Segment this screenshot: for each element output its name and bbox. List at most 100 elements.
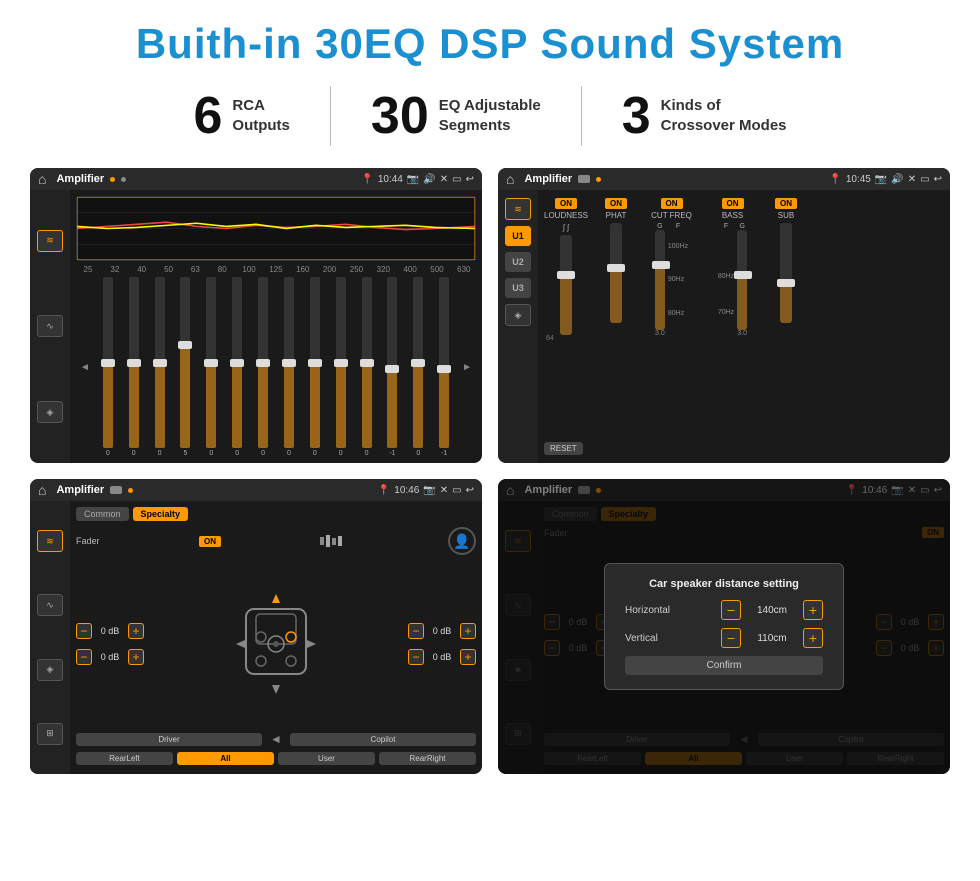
eq-slider-2[interactable]: 0 [122, 277, 146, 457]
eq-sidebar-eq-icon[interactable]: ≋ [37, 230, 63, 252]
fader-tab-specialty[interactable]: Specialty [133, 507, 189, 521]
eq-slider-8[interactable]: 0 [277, 277, 301, 457]
cross-spk-icon[interactable]: ◈ [505, 304, 531, 326]
eq-slider-14[interactable]: -1 [432, 277, 456, 457]
eq-slider-5[interactable]: 0 [199, 277, 223, 457]
stat-label-crossover: Kinds of Crossover Modes [661, 90, 787, 135]
cutfreq-on-badge[interactable]: ON [661, 198, 683, 209]
fader-eq-icon[interactable]: ≋ [37, 530, 63, 552]
fader-wave-icon[interactable]: ∿ [37, 594, 63, 616]
fader-db-ctrl-1: − 0 dB + [76, 623, 144, 639]
cross-u2-btn[interactable]: U2 [505, 252, 531, 272]
loudness-slider[interactable] [560, 235, 572, 335]
cross-reset-btn[interactable]: RESET [544, 442, 583, 455]
fader-user-btn[interactable]: User [278, 752, 375, 765]
fader-driver-btn[interactable]: Driver [76, 733, 262, 746]
eq-sidebar-spk-icon[interactable]: ◈ [37, 401, 63, 423]
eq-pin-icon: 📍 [361, 174, 373, 185]
fader-home-icon[interactable]: ⌂ [38, 482, 46, 498]
eq-right-arrow[interactable]: ► [458, 277, 476, 457]
fader-back-icon[interactable]: ↩ [466, 485, 474, 496]
cross-u1-btn[interactable]: U1 [505, 226, 531, 246]
cross-bat-icon: ▭ [920, 174, 929, 185]
bass-g-slider[interactable] [737, 230, 747, 330]
eq-slider-6[interactable]: 0 [225, 277, 249, 457]
cutfreq-group: ON CUT FREQ G 3.0 [644, 198, 699, 431]
fader-tab-common[interactable]: Common [76, 507, 129, 521]
fader-spk-icon[interactable]: ◈ [37, 659, 63, 681]
fader-minus-2[interactable]: − [76, 649, 92, 665]
fader-status-icons: 📍 10:46 📷 ✕ ▭ ↩ [378, 485, 474, 496]
dist-confirm-btn[interactable]: Confirm [625, 656, 823, 675]
eq-slider-11[interactable]: 0 [355, 277, 379, 457]
eq-slider-12[interactable]: -1 [381, 277, 405, 457]
fader-header-row: Fader ON 👤 [76, 527, 476, 555]
car-svg [231, 589, 321, 699]
sub-on-badge[interactable]: ON [775, 198, 797, 209]
sub-slider[interactable] [780, 223, 792, 323]
cross-vol-icon: 🔊 [891, 174, 903, 185]
eq-freq-125: 125 [266, 265, 286, 274]
eq-slider-3[interactable]: 0 [148, 277, 172, 457]
fader-rearleft-btn[interactable]: RearLeft [76, 752, 173, 765]
bass-sliders: F 80Hz 70Hz G [718, 223, 747, 337]
bass-on-badge[interactable]: ON [722, 198, 744, 209]
eq-slider-10[interactable]: 0 [329, 277, 353, 457]
bass-label: BASS [722, 211, 743, 220]
fader-copilot-btn[interactable]: Copilot [290, 733, 476, 746]
dist-horizontal-minus[interactable]: − [721, 600, 741, 620]
eq-slider-1[interactable]: 0 [96, 277, 120, 457]
fader-left-arrow[interactable]: ◄ [266, 732, 286, 746]
eq-sidebar-wave-icon[interactable]: ∿ [37, 315, 63, 337]
eq-slider-7[interactable]: 0 [251, 277, 275, 457]
cross-back-icon[interactable]: ↩ [934, 174, 942, 185]
fader-bars-icon [320, 535, 348, 547]
fader-minus-3[interactable]: − [408, 623, 424, 639]
dist-horizontal-label: Horizontal [625, 605, 695, 616]
eq-freq-160: 160 [293, 265, 313, 274]
phat-slider[interactable] [610, 223, 622, 323]
eq-left-arrow[interactable]: ◄ [76, 277, 94, 457]
eq-freq-63: 63 [185, 265, 205, 274]
fader-db-ctrl-2: − 0 dB + [76, 649, 144, 665]
cross-eq-icon[interactable]: ≋ [505, 198, 531, 220]
cross-u3-btn[interactable]: U3 [505, 278, 531, 298]
phat-on-badge[interactable]: ON [605, 198, 627, 209]
eq-freq-32: 32 [105, 265, 125, 274]
eq-status-bar: ⌂ Amplifier 📍 10:44 📷 🔊 ✕ ▭ ↩ [30, 168, 482, 190]
cross-pin-icon: 📍 [829, 174, 841, 185]
fader-content: ≋ ∿ ◈ ⊞ Common Specialty Fader ON [30, 501, 482, 774]
fader-main: Common Specialty Fader ON 👤 [70, 501, 482, 774]
eq-back-icon[interactable]: ↩ [466, 174, 474, 185]
fader-status-dot2 [128, 488, 133, 493]
fader-rearright-btn[interactable]: RearRight [379, 752, 476, 765]
eq-freq-630: 630 [454, 265, 474, 274]
fader-all-btn[interactable]: All [177, 752, 274, 765]
fader-minus-4[interactable]: − [408, 649, 424, 665]
cross-home-icon[interactable]: ⌂ [506, 171, 514, 187]
eq-freq-250: 250 [346, 265, 366, 274]
fader-minus-1[interactable]: − [76, 623, 92, 639]
eq-home-icon[interactable]: ⌂ [38, 171, 46, 187]
dist-vertical-minus[interactable]: − [721, 628, 741, 648]
fader-db-val-3: 0 dB [428, 626, 456, 636]
fader-plus-3[interactable]: + [460, 623, 476, 639]
eq-slider-4[interactable]: 5 [174, 277, 198, 457]
dist-horizontal-ctrl: − 140cm + [721, 600, 823, 620]
eq-sliders: ◄ 0 0 0 5 0 0 0 0 0 0 0 -1 0 -1 [76, 277, 476, 457]
screens-grid: ⌂ Amplifier 📍 10:44 📷 🔊 ✕ ▭ ↩ ≋ ∿ [30, 168, 950, 774]
dist-vertical-plus[interactable]: + [803, 628, 823, 648]
fader-expand-icon[interactable]: ⊞ [37, 723, 63, 745]
fader-controls-area: − 0 dB + − 0 dB + [76, 558, 476, 729]
eq-freq-40: 40 [132, 265, 152, 274]
crossover-screen-card: ⌂ Amplifier 📍 10:45 📷 🔊 ✕ ▭ ↩ ≋ U1 [498, 168, 950, 463]
eq-slider-9[interactable]: 0 [303, 277, 327, 457]
fader-plus-1[interactable]: + [128, 623, 144, 639]
cutfreq-g-slider[interactable] [655, 230, 665, 330]
loudness-on-badge[interactable]: ON [555, 198, 577, 209]
fader-plus-2[interactable]: + [128, 649, 144, 665]
dist-horizontal-plus[interactable]: + [803, 600, 823, 620]
eq-slider-13[interactable]: 0 [406, 277, 430, 457]
fader-on-badge[interactable]: ON [199, 536, 221, 547]
fader-plus-4[interactable]: + [460, 649, 476, 665]
